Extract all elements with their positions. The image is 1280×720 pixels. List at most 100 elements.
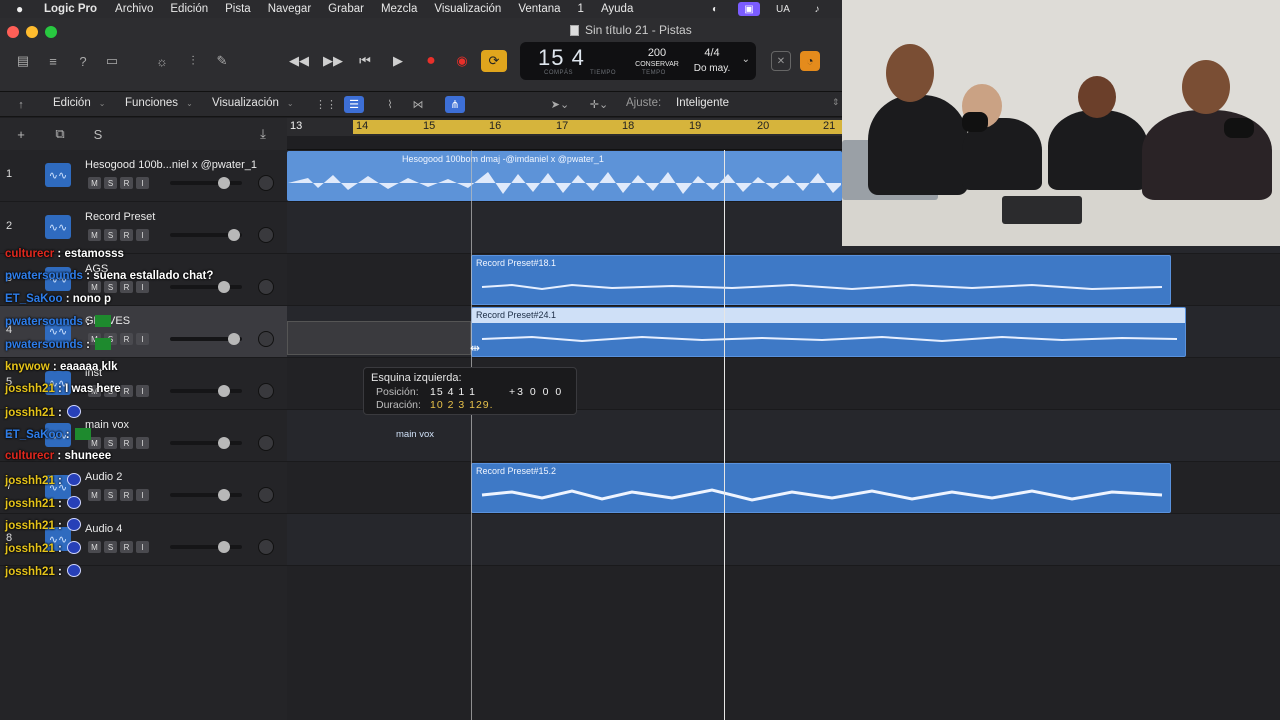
record-enable-button[interactable]: R bbox=[120, 229, 133, 241]
chat-user: pwatersounds bbox=[5, 316, 83, 328]
solo-button[interactable]: S bbox=[104, 177, 117, 189]
mixer-icon[interactable]: ⫶ bbox=[182, 52, 204, 70]
mute-button[interactable]: M bbox=[88, 177, 101, 189]
chat-message: ET_SaKoo : nono p bbox=[5, 293, 112, 305]
flex-icon[interactable]: ⋈ bbox=[408, 96, 428, 113]
lcd-tempo-label: TEMPO bbox=[642, 70, 666, 76]
grid-view-icon[interactable]: ⋮⋮ bbox=[315, 96, 337, 113]
record-button[interactable]: ● bbox=[418, 50, 444, 72]
editors-icon[interactable]: ✎ bbox=[211, 52, 233, 70]
menu-ayuda[interactable]: Ayuda bbox=[601, 3, 633, 15]
snap-icon[interactable]: ⋔ bbox=[445, 96, 465, 113]
chat-user: josshh21 bbox=[5, 566, 55, 578]
menu-grabar[interactable]: Grabar bbox=[328, 3, 364, 15]
fader-knob[interactable] bbox=[228, 229, 240, 241]
region-title: Record Preset#15.2 bbox=[476, 466, 557, 476]
ruler-bar: 15 bbox=[423, 120, 436, 132]
apple-icon[interactable]: ● bbox=[16, 2, 30, 16]
metronome-icon[interactable]: ◔ bbox=[800, 51, 820, 71]
screen-share-icon[interactable]: ▣ bbox=[738, 2, 760, 16]
catch-icon[interactable]: ⤓ bbox=[254, 126, 272, 142]
menu-archivo[interactable]: Archivo bbox=[115, 3, 153, 15]
volume-fader[interactable] bbox=[170, 177, 242, 189]
lcd-tempo: 200 bbox=[647, 47, 667, 59]
global-solo-icon[interactable]: S bbox=[89, 126, 107, 142]
audio-region[interactable]: Hesogood 100bom dmaj -@imdaniel x @pwate… bbox=[287, 151, 842, 201]
emote-icon bbox=[67, 564, 82, 577]
audio-region-selected[interactable]: Record Preset#24.1 bbox=[471, 307, 1186, 357]
arrow-up-icon[interactable]: ↑ bbox=[11, 96, 31, 113]
bar-ruler[interactable]: 13 14 15 16 17 18 19 20 21 bbox=[287, 118, 842, 136]
list-view-icon[interactable]: ☰ bbox=[344, 96, 364, 113]
secondary-tool-icon[interactable]: ✛⌄ bbox=[586, 96, 612, 113]
chevron-updown-icon[interactable]: ⇕ bbox=[832, 97, 840, 108]
rewind-button[interactable]: ◀◀ bbox=[286, 50, 312, 72]
lcd-display[interactable]: 15 4 COMPÁS TIEMPO 200 CONSERVAR TEMPO 4… bbox=[520, 42, 756, 80]
ruler-bar: 13 bbox=[290, 120, 303, 132]
volume-fader[interactable] bbox=[170, 229, 242, 241]
fader-knob[interactable] bbox=[218, 177, 230, 189]
fast-forward-button[interactable]: ▶▶ bbox=[320, 50, 346, 72]
menu-mezcla[interactable]: Mezcla bbox=[381, 3, 417, 15]
edit-menu[interactable]: Edición ⌄ bbox=[53, 97, 105, 109]
automation-icon[interactable]: ⌇ bbox=[380, 96, 400, 113]
menu-app-name[interactable]: Logic Pro bbox=[44, 3, 97, 15]
mute-button[interactable]: M bbox=[88, 229, 101, 241]
input-monitor-button[interactable]: I bbox=[136, 177, 149, 189]
chat-message: pwatersounds : bbox=[5, 338, 112, 351]
minimize-window-button[interactable] bbox=[26, 26, 38, 38]
waveform bbox=[481, 335, 1178, 343]
close-window-button[interactable] bbox=[7, 26, 19, 38]
view-menu[interactable]: Visualización ⌄ bbox=[212, 97, 294, 109]
zoom-window-button[interactable] bbox=[45, 26, 57, 38]
quick-help-icon[interactable]: ? bbox=[72, 52, 94, 70]
track-header[interactable]: 1 ∿∿ Hesogood 100b...niel x @pwater_1 MS… bbox=[0, 150, 287, 202]
region-ghost bbox=[287, 321, 471, 355]
pan-knob[interactable] bbox=[258, 227, 274, 243]
chevron-down-icon[interactable]: ⌄ bbox=[742, 54, 750, 65]
solo-button[interactable]: S bbox=[104, 229, 117, 241]
smart-controls-icon[interactable]: ☼ bbox=[151, 52, 173, 70]
pointer-tool-icon[interactable]: ➤⌄ bbox=[547, 96, 573, 113]
track-name[interactable]: Record Preset bbox=[85, 211, 155, 223]
menu-1[interactable]: 1 bbox=[578, 3, 584, 15]
menu-edicion[interactable]: Edición bbox=[170, 3, 208, 15]
library-icon[interactable]: ▤ bbox=[12, 52, 34, 70]
track-lane[interactable] bbox=[287, 410, 1280, 462]
audio-region[interactable]: Record Preset#18.1 bbox=[471, 255, 1171, 305]
audio-region[interactable]: Record Preset#15.2 bbox=[471, 463, 1171, 513]
menu-pista[interactable]: Pista bbox=[225, 3, 251, 15]
input-monitor-button[interactable]: I bbox=[136, 229, 149, 241]
menu-visualizacion[interactable]: Visualización bbox=[434, 3, 501, 15]
record-enable-button[interactable]: R bbox=[120, 177, 133, 189]
webcam-person-head bbox=[886, 44, 934, 102]
play-button[interactable]: ▶ bbox=[385, 50, 411, 72]
chat-user: culturecr bbox=[5, 248, 55, 260]
toolbar-toggle-icon[interactable]: ▭ bbox=[101, 52, 123, 70]
pan-knob[interactable] bbox=[258, 175, 274, 191]
inspector-icon[interactable]: ≡ bbox=[42, 52, 64, 70]
duplicate-track-icon[interactable]: ⧉ bbox=[51, 126, 69, 142]
chat-message: knywow : eaaaaa klk bbox=[5, 361, 118, 373]
edit-guide-line bbox=[471, 150, 472, 720]
capture-recording-button[interactable]: ◉ bbox=[449, 50, 475, 72]
status-icon[interactable]: ◐ bbox=[704, 2, 726, 16]
menu-navegar[interactable]: Navegar bbox=[268, 3, 311, 15]
playhead[interactable] bbox=[724, 150, 725, 720]
marker-ruler[interactable] bbox=[287, 136, 842, 150]
track-lane[interactable] bbox=[287, 514, 1280, 566]
functions-menu[interactable]: Funciones ⌄ bbox=[125, 97, 193, 109]
track-name[interactable]: Hesogood 100b...niel x @pwater_1 bbox=[85, 159, 257, 171]
cycle-button[interactable]: ⟳ bbox=[481, 50, 507, 72]
adjust-select[interactable]: Inteligente bbox=[676, 97, 729, 109]
replace-icon[interactable]: ✕ bbox=[771, 51, 791, 71]
add-track-icon[interactable]: + bbox=[12, 126, 30, 142]
go-to-start-button[interactable]: ⏮ bbox=[352, 50, 378, 72]
music-icon[interactable]: ♪ bbox=[806, 2, 828, 16]
language-indicator[interactable]: UA bbox=[772, 2, 794, 16]
edit-tooltip: Esquina izquierda: Posición: 15 4 1 1 +3… bbox=[363, 367, 577, 415]
chat-user: culturecr bbox=[5, 450, 55, 462]
menu-ventana[interactable]: Ventana bbox=[518, 3, 560, 15]
tracks-toolbar: ↑ Edición ⌄ Funciones ⌄ Visualización ⌄ ⋮⋮ … bbox=[0, 92, 842, 117]
emote-icon bbox=[95, 315, 112, 327]
